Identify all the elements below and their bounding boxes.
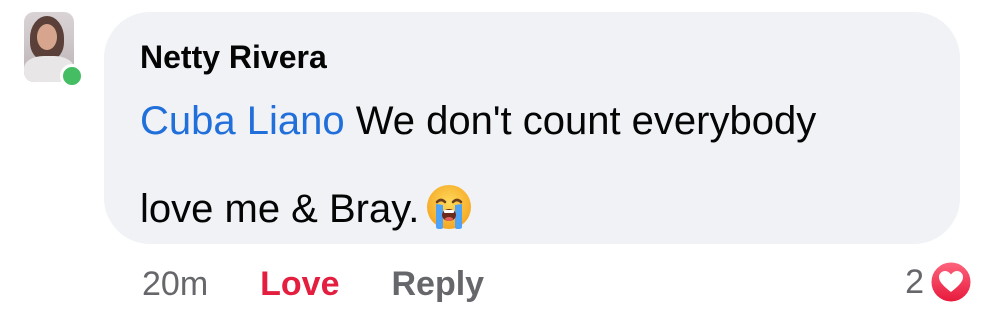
comment-actions: 20m Love Reply bbox=[142, 262, 484, 306]
loudly-crying-face-icon bbox=[427, 185, 472, 230]
comment-line-1: Cuba Liano We don't count everybody bbox=[140, 90, 924, 152]
comment-text-part-2: love me & Bray. bbox=[140, 187, 420, 231]
avatar[interactable] bbox=[22, 12, 84, 88]
heart-icon bbox=[928, 259, 974, 305]
comment-timestamp[interactable]: 20m bbox=[142, 265, 208, 304]
reaction-count: 2 bbox=[905, 262, 924, 301]
comment-bubble: Netty Rivera Cuba Liano We don't count e… bbox=[104, 12, 960, 244]
love-button[interactable]: Love bbox=[260, 265, 339, 304]
comment-text-part-1: We don't count everybody bbox=[344, 99, 817, 143]
comment-author[interactable]: Netty Rivera bbox=[140, 38, 924, 76]
reaction-summary[interactable]: 2 bbox=[905, 258, 974, 306]
comment-text: Cuba Liano We don't count everybody love… bbox=[140, 90, 924, 240]
mention-link[interactable]: Cuba Liano bbox=[140, 99, 345, 143]
online-status-icon bbox=[60, 64, 84, 88]
comment-line-2: love me & Bray. bbox=[140, 178, 924, 240]
reply-button[interactable]: Reply bbox=[392, 265, 485, 304]
